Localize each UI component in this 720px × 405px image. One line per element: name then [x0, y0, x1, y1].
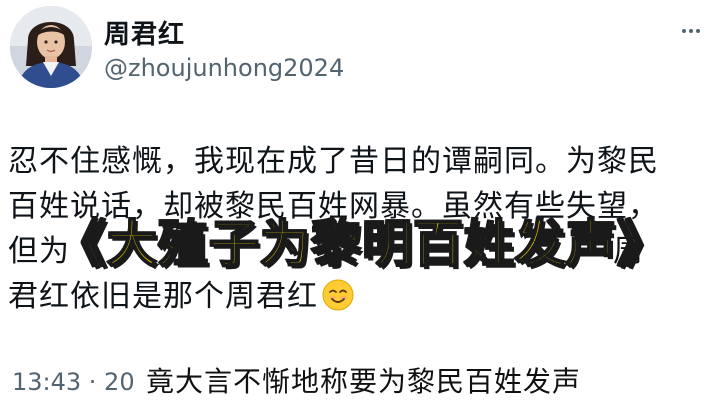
avatar[interactable]: [10, 6, 92, 88]
more-dot: [689, 29, 693, 33]
tweet-timestamp[interactable]: 13:43 · 20: [12, 368, 135, 396]
tweet-line-text: 君红依旧是那个周君红: [8, 279, 318, 314]
display-name[interactable]: 周君红: [104, 14, 185, 51]
avatar-photo: [10, 6, 92, 88]
more-horizontal-icon: [682, 29, 686, 33]
user-handle[interactable]: @zhoujunhong2024: [104, 54, 344, 82]
tweet-line: 忍不住感慨，我现在成了昔日的谭嗣同。为黎民: [8, 144, 659, 179]
smiling-face-emoji: [322, 279, 354, 311]
more-dot: [696, 29, 700, 33]
video-subtitle: 竟大言不惭地称要为黎民百姓发声: [140, 358, 588, 402]
tweet-line: 君红依旧是那个周君红: [8, 274, 698, 319]
overlay-title: 《大殖子为黎明百姓发声》: [55, 214, 668, 274]
more-options-button[interactable]: [676, 20, 706, 42]
